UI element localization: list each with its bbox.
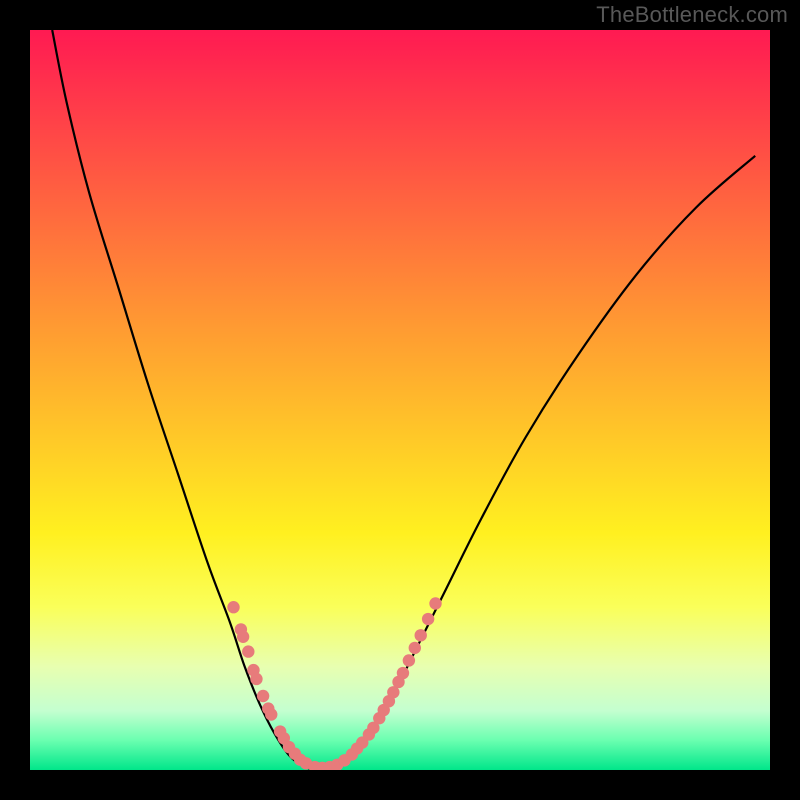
data-marker	[403, 654, 415, 666]
chart-frame: TheBottleneck.com	[0, 0, 800, 800]
data-marker	[250, 673, 262, 685]
data-marker	[257, 690, 269, 702]
data-marker	[227, 601, 239, 613]
data-marker	[409, 642, 421, 654]
data-markers	[227, 597, 441, 770]
chart-svg	[30, 30, 770, 770]
data-marker	[429, 597, 441, 609]
data-marker	[397, 667, 409, 679]
plot-area	[30, 30, 770, 770]
data-marker	[422, 613, 434, 625]
watermark-text: TheBottleneck.com	[596, 2, 788, 28]
data-marker	[237, 631, 249, 643]
data-marker	[242, 645, 254, 657]
data-marker	[265, 708, 277, 720]
data-marker	[415, 629, 427, 641]
